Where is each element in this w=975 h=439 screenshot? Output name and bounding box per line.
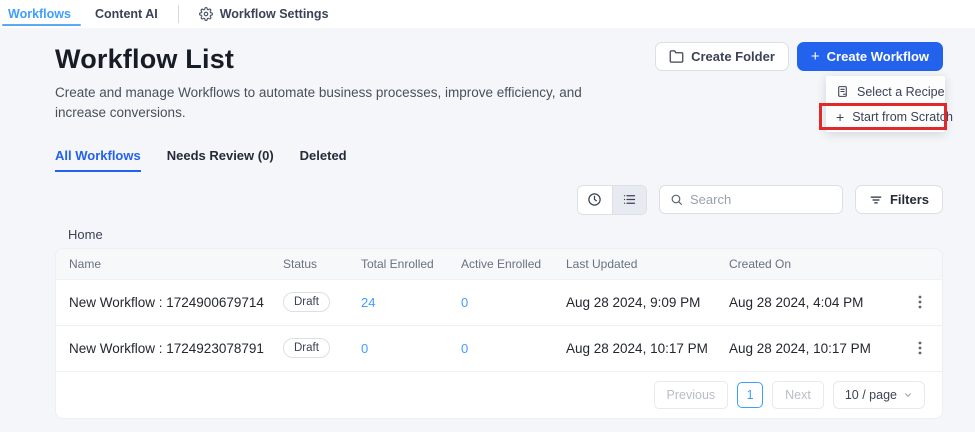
page-description: Create and manage Workflows to automate …: [55, 83, 600, 124]
title-block: Workflow List Create and manage Workflow…: [55, 42, 600, 124]
view-toggle-group: [577, 185, 647, 215]
list-toolbar: Filters: [55, 185, 943, 215]
status-badge: Draft: [283, 292, 330, 312]
column-header-active-enrolled: Active Enrolled: [461, 257, 566, 271]
recipe-icon: [836, 85, 849, 98]
create-workflow-dropdown: Select a Recipe + Start from Scratch: [826, 76, 945, 132]
total-enrolled-link[interactable]: 24: [361, 295, 375, 310]
previous-page-button[interactable]: Previous: [654, 381, 729, 409]
filters-button[interactable]: Filters: [855, 185, 943, 214]
menu-item-select-a-recipe[interactable]: Select a Recipe: [826, 79, 945, 104]
table-row: New Workflow : 1724923078791 Draft 0 0 A…: [56, 325, 942, 371]
next-page-button[interactable]: Next: [772, 381, 824, 409]
bottom-strip: [0, 432, 975, 439]
active-enrolled-link[interactable]: 0: [461, 341, 468, 356]
breadcrumb[interactable]: Home: [68, 227, 943, 242]
workflow-table-card: Name Status Total Enrolled Active Enroll…: [55, 248, 943, 419]
search-icon: [670, 193, 683, 206]
list-icon: [622, 192, 637, 207]
workflow-name-link[interactable]: New Workflow : 1724900679714: [69, 295, 283, 310]
created-on-value: Aug 28 2024, 4:04 PM: [729, 295, 906, 310]
last-updated-value: Aug 28 2024, 10:17 PM: [566, 341, 729, 356]
column-header-total-enrolled: Total Enrolled: [361, 257, 461, 271]
plus-icon: +: [836, 110, 844, 124]
total-enrolled-link[interactable]: 0: [361, 341, 368, 356]
workflow-name-link[interactable]: New Workflow : 1724923078791: [69, 341, 283, 356]
top-nav: Workflows Content AI Workflow Settings: [0, 0, 975, 28]
column-header-status: Status: [283, 257, 361, 271]
nav-tab-workflows[interactable]: Workflows: [8, 0, 83, 28]
gear-icon: [199, 7, 213, 21]
page-size-select[interactable]: 10 / page: [833, 381, 925, 409]
row-actions-kebab-icon[interactable]: [906, 340, 934, 356]
column-header-created-on: Created On: [729, 257, 906, 271]
list-view-button[interactable]: [612, 186, 646, 214]
search-input[interactable]: [690, 192, 832, 207]
page-number-button[interactable]: 1: [737, 382, 763, 408]
table-header-row: Name Status Total Enrolled Active Enroll…: [56, 249, 942, 279]
last-updated-value: Aug 28 2024, 9:09 PM: [566, 295, 729, 310]
header-actions: Create Folder + Create Workflow Select a…: [655, 42, 943, 71]
chevron-down-icon: [903, 390, 913, 400]
workflow-tabs: All Workflows Needs Review (0) Deleted: [55, 148, 943, 172]
page-header: Workflow List Create and manage Workflow…: [55, 42, 943, 124]
nav-tab-content-ai[interactable]: Content AI: [83, 0, 170, 28]
page-content: Workflow List Create and manage Workflow…: [0, 28, 975, 419]
menu-item-start-from-scratch[interactable]: + Start from Scratch: [826, 104, 945, 129]
create-workflow-button[interactable]: + Create Workflow: [797, 42, 943, 71]
column-header-name: Name: [69, 257, 283, 271]
create-workflow-label: Create Workflow: [827, 49, 929, 64]
tab-deleted[interactable]: Deleted: [300, 148, 347, 172]
filter-icon: [869, 193, 883, 207]
table-footer: Previous 1 Next 10 / page: [56, 371, 942, 418]
nav-tab-workflow-settings[interactable]: Workflow Settings: [187, 0, 341, 28]
history-view-button[interactable]: [578, 186, 612, 214]
table-row: New Workflow : 1724900679714 Draft 24 0 …: [56, 279, 942, 325]
page-size-label: 10 / page: [845, 388, 897, 402]
nav-settings-label: Workflow Settings: [220, 7, 329, 21]
clock-icon: [587, 192, 602, 207]
create-folder-label: Create Folder: [691, 49, 775, 64]
menu-item-label: Select a Recipe: [857, 85, 945, 99]
plus-icon: +: [811, 49, 820, 64]
search-box: [659, 185, 843, 214]
row-actions-kebab-icon[interactable]: [906, 294, 934, 310]
tab-all-workflows[interactable]: All Workflows: [55, 148, 141, 172]
menu-item-label: Start from Scratch: [852, 110, 953, 124]
column-header-last-updated: Last Updated: [566, 257, 729, 271]
tab-needs-review[interactable]: Needs Review (0): [167, 148, 274, 172]
nav-divider: [178, 5, 179, 23]
status-badge: Draft: [283, 338, 330, 358]
create-folder-button[interactable]: Create Folder: [655, 42, 789, 71]
created-on-value: Aug 28 2024, 10:17 PM: [729, 341, 906, 356]
folder-icon: [669, 49, 684, 64]
page-title: Workflow List: [55, 44, 600, 75]
filters-label: Filters: [890, 192, 929, 207]
active-enrolled-link[interactable]: 0: [461, 295, 468, 310]
